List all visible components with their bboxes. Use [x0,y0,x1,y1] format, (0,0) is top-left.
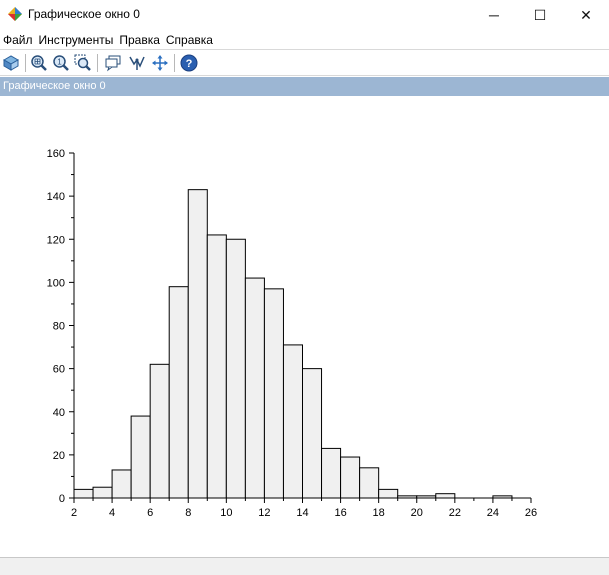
rotate-button[interactable] [1,53,21,73]
y-tick-label: 100 [47,277,65,289]
x-tick-label: 2 [71,507,77,519]
histogram-bar [282,344,304,499]
pan-icon [152,55,168,71]
datatip-edit-icon [129,56,145,70]
datatip-edit-button[interactable] [127,53,147,73]
histogram-bar [435,493,456,499]
y-tick-label: 60 [53,364,65,376]
histogram-bar [378,488,399,499]
title-bar: Графическое окно 0 ─ ☐ ✕ [0,0,609,30]
zoom-out-button[interactable]: 1 [51,53,71,73]
figure-caption: Графическое окно 0 [3,80,106,92]
histogram-bar [168,286,189,499]
datatip-icon [105,55,121,72]
histogram-bar [302,368,323,499]
x-tick-label: 20 [411,507,423,519]
zoom-in-button[interactable] [29,53,49,73]
histogram-bar [359,467,380,499]
datatip-button[interactable] [103,53,123,73]
histogram-bar [187,189,208,499]
plot-area[interactable]: 2 4 6 8 10 12 14 16 18 20 22 24 26 0 20 40 60 80 100 120 140… [0,96,609,556]
histogram-bar [111,469,132,499]
x-tick-label: 24 [487,507,499,519]
histogram-bar [340,456,361,499]
zoom-out-icon: 1 [53,55,69,71]
figure-caption-bar: Графическое окно 0 [0,77,609,96]
toolbar-separator [174,54,175,72]
pan-button[interactable] [150,53,170,73]
histogram-bar [130,415,151,499]
y-tick-label: 160 [47,148,65,160]
zoom-in-icon [31,55,47,71]
x-tick-label: 22 [449,507,461,519]
histogram-bar [73,488,94,499]
x-tick-label: 8 [185,507,191,519]
x-tick-label: 4 [109,507,115,519]
maximize-button[interactable]: ☐ [517,0,563,30]
maximize-icon: ☐ [533,6,547,23]
histogram-chart: 2 4 6 8 10 12 14 16 18 20 22 24 26020406080100120140… [47,148,537,519]
menu-help[interactable]: Справка [163,33,216,47]
svg-text:?: ? [186,58,193,70]
x-tick-label: 12 [258,507,270,519]
menu-file[interactable]: Файл [0,33,36,47]
menu-tools[interactable]: Инструменты [36,33,117,47]
zoom-area-icon [74,54,91,71]
y-tick-label: 20 [53,450,65,462]
x-tick-label: 26 [525,507,537,519]
zoom-area-button[interactable] [73,53,93,73]
histogram-bar [225,238,246,499]
histogram-bar [244,277,265,499]
histogram-bar [263,288,284,499]
menu-edit[interactable]: Правка [116,33,163,47]
y-tick-label: 40 [53,407,65,419]
minimize-icon: ─ [489,7,499,23]
toolbar-separator [25,54,26,72]
y-tick-label: 0 [59,493,65,505]
histogram-bar [206,234,227,499]
toolbar: 1 ? [0,49,609,76]
rotate-icon [2,55,20,71]
y-tick-label: 80 [53,321,65,333]
menu-bar: Файл Инструменты Правка Справка [0,31,609,49]
histogram-bar [92,486,113,499]
x-tick-label: 10 [220,507,232,519]
window-title: Графическое окно 0 [28,7,140,21]
y-tick-label: 120 [47,234,65,246]
histogram-bar [149,363,170,499]
minimize-button[interactable]: ─ [471,0,517,30]
x-tick-label: 14 [296,507,308,519]
help-button[interactable]: ? [179,53,199,73]
scilab-app-icon [8,7,22,21]
y-tick-label: 140 [47,191,65,203]
status-bar [0,557,609,575]
svg-text:1: 1 [57,58,62,67]
help-icon: ? [180,54,198,72]
x-tick-label: 6 [147,507,153,519]
close-button[interactable]: ✕ [563,0,609,30]
x-tick-label: 18 [373,507,385,519]
histogram-bar [321,447,342,499]
toolbar-separator [97,54,98,72]
x-tick-label: 16 [334,507,346,519]
close-icon: ✕ [580,6,592,23]
